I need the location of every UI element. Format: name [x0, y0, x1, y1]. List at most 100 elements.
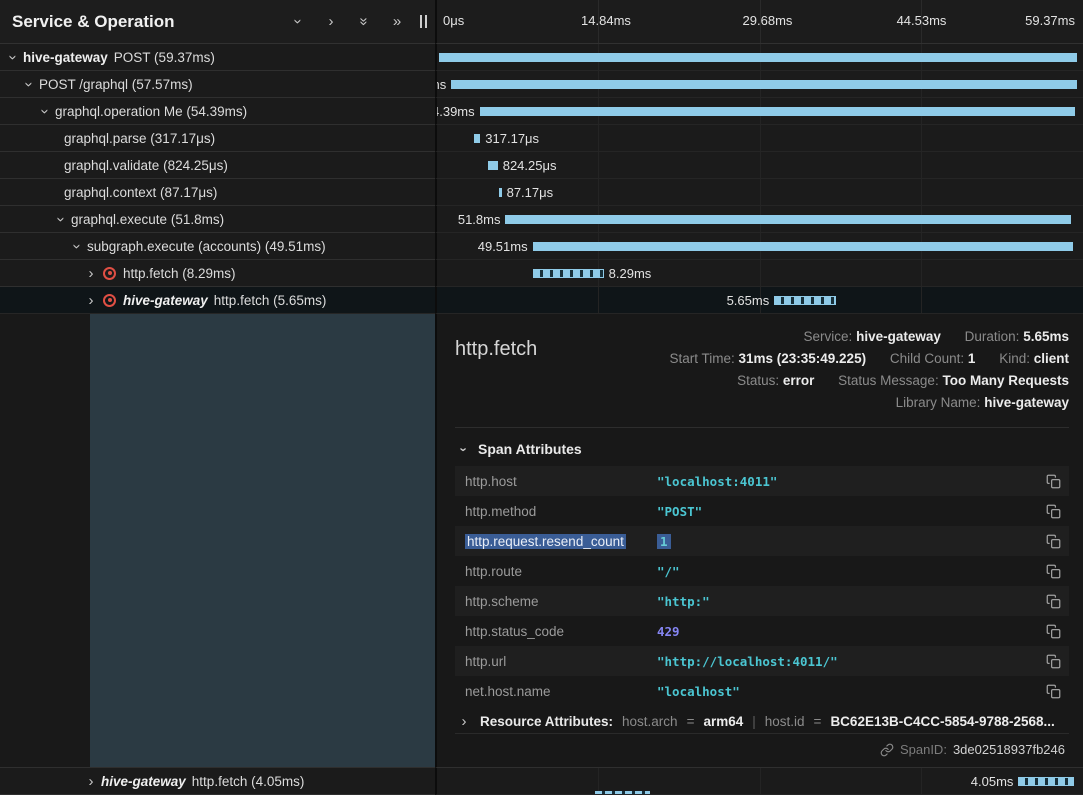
span-row-selected: › hive-gateway http.fetch (5.65ms) 5.65m… — [0, 287, 1083, 314]
tree-row[interactable]: › hive-gateway POST (59.37ms) — [0, 44, 435, 71]
span-bar[interactable] — [499, 188, 502, 197]
timeline-row[interactable]: 49.51ms — [435, 233, 1083, 260]
chevron-down-icon[interactable]: › — [38, 104, 53, 118]
span-bar[interactable] — [439, 53, 1077, 62]
timeline-row[interactable]: 8.29ms — [435, 260, 1083, 287]
chevron-right-icon[interactable]: › — [324, 14, 338, 29]
chevron-down-icon[interactable]: › — [70, 239, 85, 253]
timeline-row[interactable]: 824.25μs — [435, 152, 1083, 179]
chevron-down-icon[interactable]: › — [291, 15, 306, 29]
panel-resize-handle[interactable] — [420, 15, 427, 28]
timeline-tick: 0μs — [443, 13, 464, 28]
span-row: graphql.validate (824.25μs) 824.25μs — [0, 152, 1083, 179]
status-value: error — [783, 373, 815, 388]
span-bar[interactable] — [1018, 777, 1074, 786]
timeline-tick: 14.84ms — [581, 13, 631, 28]
chevron-down-icon[interactable]: › — [6, 50, 21, 64]
timeline-row[interactable]: 87.17μs — [435, 179, 1083, 206]
copy-icon[interactable] — [1039, 594, 1061, 609]
tree-row[interactable]: graphql.context (87.17μs) — [0, 179, 435, 206]
span-bar[interactable] — [474, 134, 480, 143]
span-attributes-section-header[interactable]: › Span Attributes — [455, 428, 1069, 466]
copy-icon[interactable] — [1039, 534, 1061, 549]
span-row: graphql.parse (317.17μs) 317.17μs — [0, 125, 1083, 152]
resource-attributes-title: Resource Attributes: — [480, 714, 613, 729]
header-row: Service & Operation › › » » 0μs 14.84ms … — [0, 0, 1083, 44]
tree-row[interactable]: › subgraph.execute (accounts) (49.51ms) — [0, 233, 435, 260]
tree-row[interactable]: › http.fetch (8.29ms) — [0, 260, 435, 287]
chevron-right-icon[interactable]: › — [84, 293, 98, 308]
span-service-name: hive-gateway — [101, 774, 186, 789]
detail-header: http.fetch Service: hive-gateway Duratio… — [455, 326, 1069, 414]
span-bar[interactable] — [488, 161, 498, 170]
copy-icon[interactable] — [1039, 504, 1061, 519]
double-chevron-down-icon[interactable]: » — [357, 15, 372, 29]
attribute-row[interactable]: http.route "/" — [455, 556, 1069, 586]
resource-attributes-row[interactable]: › Resource Attributes: host.arch = arm64… — [455, 706, 1069, 733]
copy-icon[interactable] — [1039, 684, 1061, 699]
timeline-tick: 29.68ms — [743, 13, 793, 28]
span-row: › http.fetch (8.29ms) 8.29ms — [0, 260, 1083, 287]
attribute-key: http.request.resend_count — [465, 534, 657, 549]
attribute-value: 1 — [657, 534, 1039, 549]
tree-row[interactable]: › graphql.execute (51.8ms) — [0, 206, 435, 233]
span-bar[interactable] — [533, 242, 1073, 251]
tree-row[interactable]: graphql.parse (317.17μs) — [0, 125, 435, 152]
tree-row[interactable]: graphql.validate (824.25μs) — [0, 152, 435, 179]
chevron-right-icon[interactable]: › — [457, 714, 471, 729]
status-message-value: Too Many Requests — [942, 373, 1069, 388]
chevron-down-icon[interactable]: › — [458, 442, 471, 456]
span-attributes-title: Span Attributes — [478, 441, 582, 457]
attribute-row[interactable]: http.scheme "http:" — [455, 586, 1069, 616]
timeline-row[interactable]: 57.57ms — [435, 71, 1083, 98]
span-duration-label: 4.05ms — [971, 774, 1014, 789]
resource-key: host.arch — [622, 714, 678, 729]
trace-viewer: Service & Operation › › » » 0μs 14.84ms … — [0, 0, 1083, 795]
copy-icon[interactable] — [1039, 654, 1061, 669]
attribute-key: net.host.name — [465, 684, 657, 699]
attribute-value: "localhost" — [657, 684, 1039, 699]
tree-row[interactable]: › graphql.operation Me (54.39ms) — [0, 98, 435, 125]
attribute-row[interactable]: http.method "POST" — [455, 496, 1069, 526]
copy-icon[interactable] — [1039, 624, 1061, 639]
span-bar[interactable] — [451, 80, 1077, 89]
tree-row[interactable]: › hive-gateway http.fetch (5.65ms) — [0, 287, 435, 314]
attribute-row[interactable]: net.host.name "localhost" — [455, 676, 1069, 706]
chevron-down-icon[interactable]: › — [54, 212, 69, 226]
double-chevron-right-icon[interactable]: » — [390, 14, 404, 29]
span-title: http.fetch — [455, 326, 537, 361]
attribute-key: http.method — [465, 504, 657, 519]
span-duration-label: 49.51ms — [478, 239, 528, 254]
attribute-row[interactable]: http.host "localhost:4011" — [455, 466, 1069, 496]
attribute-row[interactable]: http.request.resend_count 1 — [455, 526, 1069, 556]
chevron-down-icon[interactable]: › — [22, 77, 37, 91]
copy-icon[interactable] — [1039, 564, 1061, 579]
span-bar[interactable] — [505, 215, 1070, 224]
span-bar[interactable] — [480, 107, 1076, 116]
timeline-row[interactable]: 59.37ms — [435, 44, 1083, 71]
link-icon[interactable] — [880, 743, 894, 757]
library-name-value: hive-gateway — [984, 395, 1069, 410]
span-service-name: hive-gateway — [123, 293, 208, 308]
attribute-row[interactable]: http.status_code 429 — [455, 616, 1069, 646]
attribute-row[interactable]: http.url "http://localhost:4011/" — [455, 646, 1069, 676]
duration-label: Duration: — [965, 329, 1020, 344]
copy-icon[interactable] — [1039, 474, 1061, 489]
span-bar[interactable] — [533, 269, 604, 278]
tree-row[interactable]: › POST /graphql (57.57ms) — [0, 71, 435, 98]
span-service-name: hive-gateway — [23, 50, 108, 65]
timeline-row[interactable]: 5.65ms — [435, 287, 1083, 314]
timeline-row[interactable]: 51.8ms — [435, 206, 1083, 233]
chevron-right-icon[interactable]: › — [84, 266, 98, 281]
tree-row[interactable]: › hive-gateway http.fetch (4.05ms) — [0, 768, 435, 795]
span-label: POST /graphql (57.57ms) — [39, 77, 193, 92]
timeline-row[interactable]: 54.39ms — [435, 98, 1083, 125]
chevron-right-icon[interactable]: › — [84, 774, 98, 789]
span-duration-label: 824.25μs — [503, 158, 557, 173]
timeline-row[interactable]: 4.05ms — [435, 768, 1083, 795]
selected-span-highlight-box — [90, 314, 435, 767]
span-row: › hive-gateway POST (59.37ms) 59.37ms — [0, 44, 1083, 71]
timeline-row[interactable]: 317.17μs — [435, 125, 1083, 152]
span-label: graphql.parse (317.17μs) — [64, 131, 215, 146]
span-bar[interactable] — [774, 296, 836, 305]
